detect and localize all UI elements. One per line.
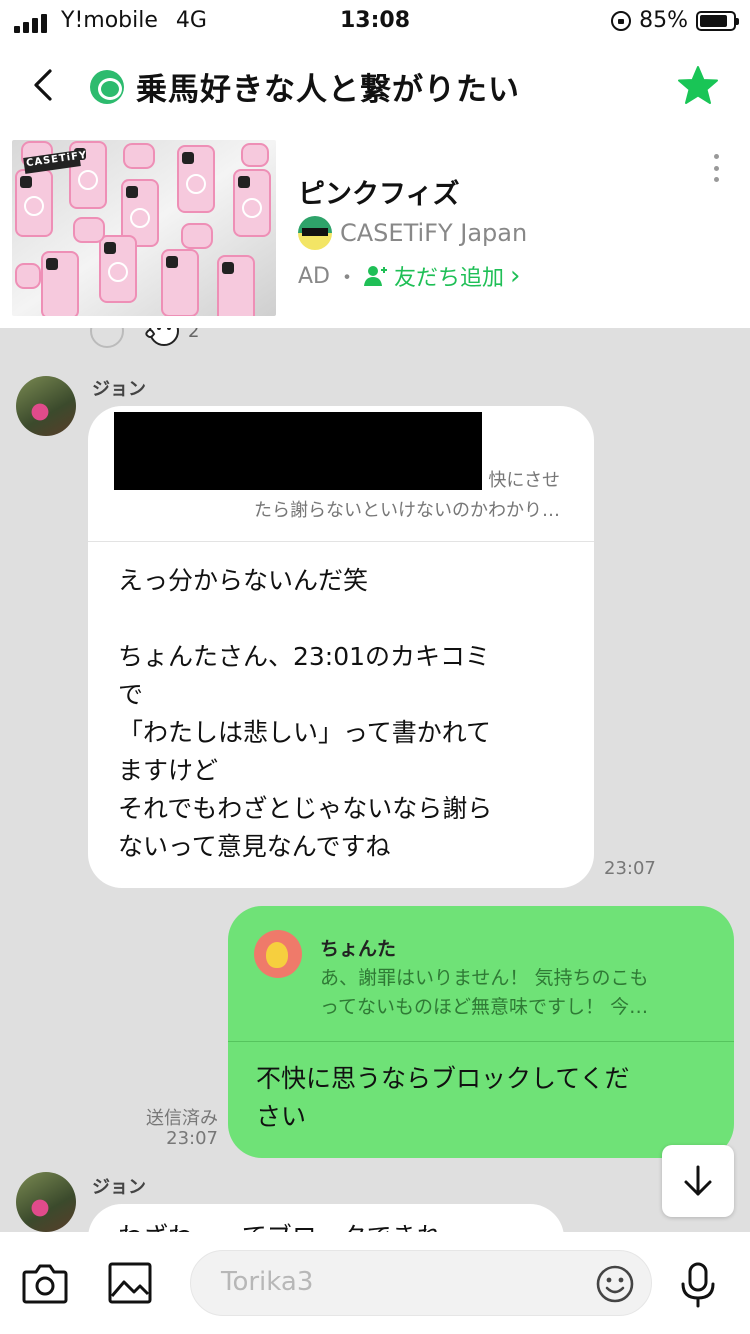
reply-quote[interactable]: 快にさせ たら謝らないといけないのかわかり… [88, 406, 594, 542]
quote-text: あ、謝罪はいりません！ 気持ちのこも ってないものほど無意味ですし！ 今… [320, 967, 649, 1018]
star-icon[interactable] [676, 64, 720, 108]
message-time: 23:07 [166, 1128, 218, 1149]
message-text: えっ分からないんだ笑 ちょんたさん、23:01のカキコミ で 「わたしは悲しい」… [118, 566, 493, 861]
sender-name: ジョン [92, 379, 146, 400]
arrow-down-icon [684, 1165, 712, 1196]
microphone-icon[interactable] [680, 1262, 716, 1308]
avatar[interactable] [16, 376, 76, 436]
message-input-placeholder: Torika3 [221, 1267, 314, 1297]
ad-title[interactable]: ピンクフィズ [298, 172, 459, 211]
quote-sender-name: ちょんた [320, 938, 397, 960]
read-status: 送信済み [146, 1108, 218, 1129]
add-friend-icon [364, 266, 388, 286]
message-time: 23:07 [604, 858, 656, 879]
quote-text-line-1: 快にさせ [488, 470, 560, 491]
back-icon[interactable] [28, 68, 62, 102]
quote-text-line-2: たら謝らないといけないのかわかり… [254, 500, 560, 521]
chevron-right-icon: › [510, 261, 521, 291]
emoji-icon[interactable] [595, 1264, 635, 1304]
avatar[interactable] [16, 1172, 76, 1232]
orientation-lock-icon [611, 10, 632, 31]
battery-percent: 85% [639, 8, 688, 33]
quote-avatar [254, 930, 302, 978]
ad-label: AD [298, 263, 330, 289]
add-friend-label: 友だち追加 [394, 266, 505, 291]
brand-logo-icon [298, 216, 332, 250]
ad-brand-row[interactable]: CASETiFY Japan [298, 216, 527, 250]
ad-image[interactable]: CASETiFY [12, 140, 276, 316]
chat-title: 乗馬好きな人と繋がりたい [136, 72, 520, 108]
ad-meta-row: AD ・ 友だち追加 › [298, 260, 520, 292]
scroll-to-bottom-button[interactable] [662, 1145, 734, 1217]
ad-banner[interactable]: CASETiFY ピンクフィズ CASETiFY Japan AD ・ 友だち追… [0, 128, 750, 328]
more-options-icon[interactable] [712, 154, 720, 182]
camera-icon[interactable] [22, 1262, 68, 1304]
openchat-icon [90, 69, 124, 104]
reply-quote[interactable]: ちょんた あ、謝罪はいりません！ 気持ちのこも ってないものほど無意味ですし！ … [228, 906, 734, 1042]
ad-brand: CASETiFY Japan [340, 219, 528, 247]
chat-title-group[interactable]: 乗馬好きな人と繋がりたい [90, 64, 520, 109]
redacted-area [114, 412, 482, 490]
message-text: 不快に思うならブロックしてくだ さい [256, 1064, 630, 1131]
image-icon[interactable] [108, 1262, 152, 1304]
message-input-bar: Torika3 [0, 1232, 750, 1334]
add-friend-link[interactable]: 友だち追加 › [364, 260, 520, 292]
message-input[interactable]: Torika3 [190, 1250, 652, 1316]
status-right: 85% [611, 8, 739, 33]
battery-icon [696, 10, 739, 31]
sender-name: ジョン [92, 1177, 146, 1198]
incoming-message-bubble[interactable]: 快にさせ たら謝らないといけないのかわかり… えっ分からないんだ笑 ちょんたさん… [88, 406, 594, 888]
outgoing-message-bubble[interactable]: ちょんた あ、謝罪はいりません！ 気持ちのこも ってないものほど無意味ですし！ … [228, 906, 734, 1158]
status-bar: Y!mobile 4G 13:08 85% [0, 0, 750, 42]
ad-separator: ・ [336, 266, 359, 291]
chat-header: 乗馬好きな人と繋がりたい [0, 42, 750, 128]
